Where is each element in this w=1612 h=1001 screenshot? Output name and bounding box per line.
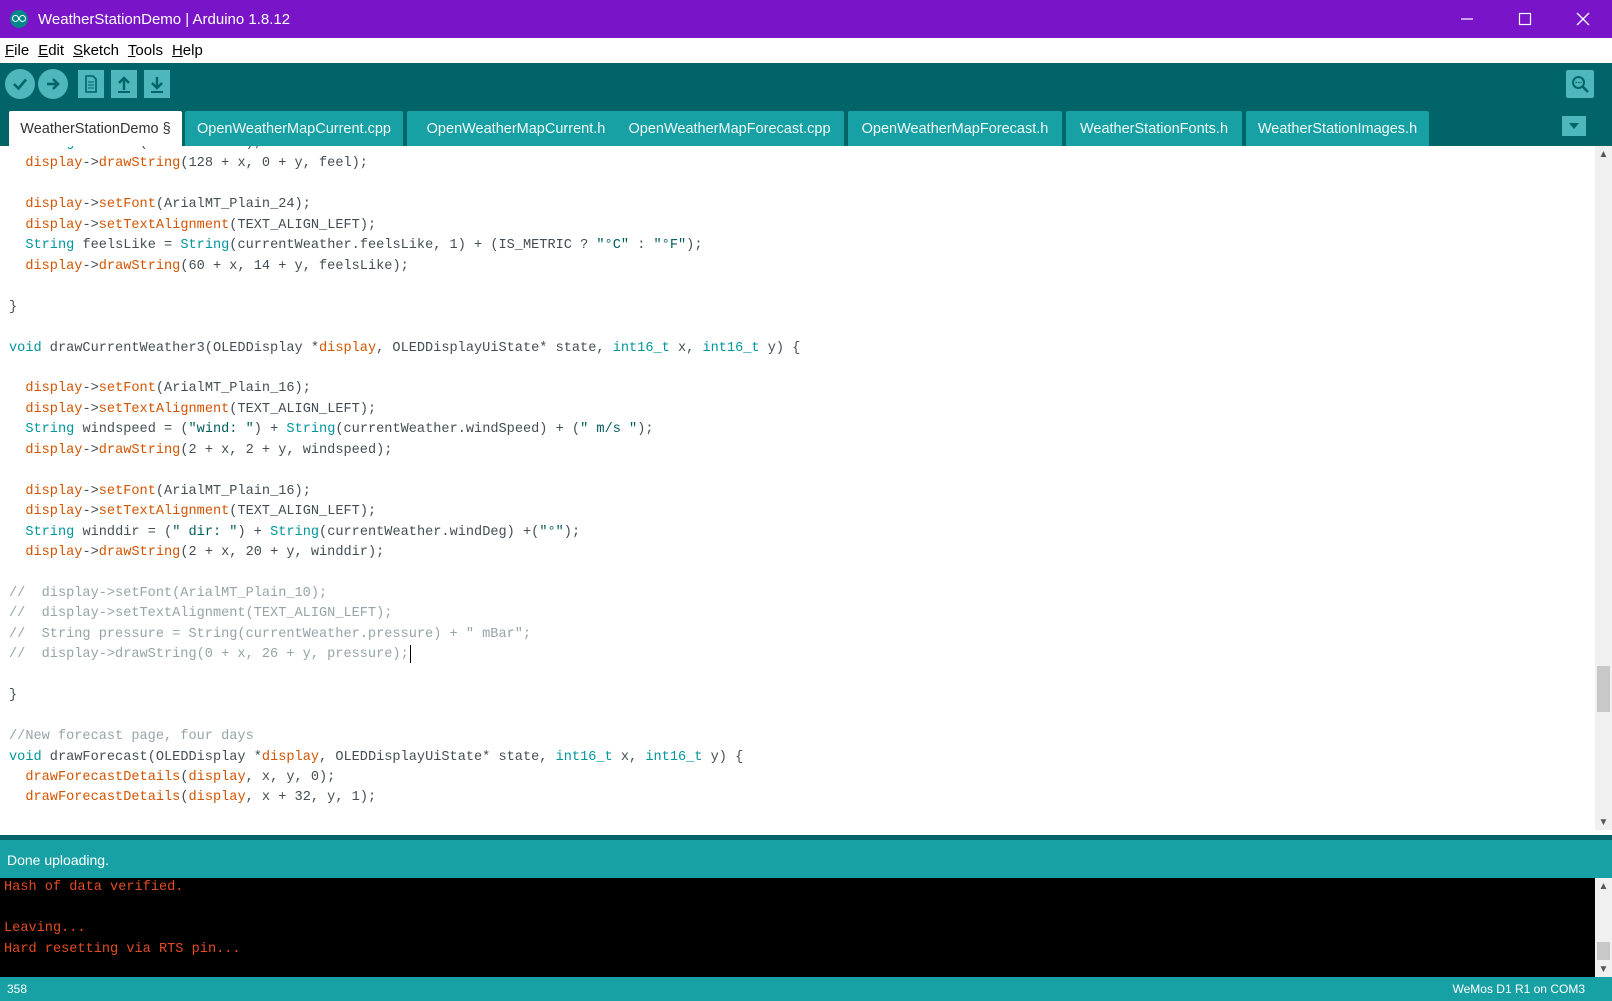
scroll-up-icon[interactable]: ▲ xyxy=(1595,146,1612,162)
code-line: String windspeed = ("wind: ") + String(c… xyxy=(25,422,654,438)
tab-menu-button[interactable] xyxy=(1562,116,1586,136)
window-title: WeatherStationDemo | Arduino 1.8.12 xyxy=(38,10,291,28)
code-line: drawForecastDetails(display, x + 32, y, … xyxy=(25,790,377,806)
maximize-icon xyxy=(1518,12,1532,26)
code-line: display->setTextAlignment(TEXT_ALIGN_LEF… xyxy=(25,504,377,520)
board-port-info: WeMos D1 R1 on COM3 xyxy=(1452,982,1586,996)
new-sketch-button[interactable] xyxy=(78,70,104,98)
save-icon xyxy=(151,77,163,93)
title-bar: WeatherStationDemo | Arduino 1.8.12 xyxy=(0,0,1612,38)
code-line: display->setTextAlignment(TEXT_ALIGN_LEF… xyxy=(25,217,377,233)
minimize-icon xyxy=(1461,18,1473,20)
save-button[interactable] xyxy=(144,70,170,98)
arduino-logo-icon xyxy=(10,10,28,28)
verify-button[interactable] xyxy=(5,69,35,99)
tab-openweathermapforecast-cpp[interactable]: OpenWeatherMapForecast.cpp xyxy=(615,111,844,146)
open-button[interactable] xyxy=(111,70,137,98)
serial-monitor-icon xyxy=(1572,76,1589,93)
code-line: display->setFont(ArialMT_Plain_16); xyxy=(25,483,311,499)
code-line: // display->setTextAlignment(TEXT_ALIGN_… xyxy=(9,606,393,622)
status-bar: Done uploading. xyxy=(0,835,1612,878)
code-line: display->setFont(ArialMT_Plain_16); xyxy=(25,381,311,397)
close-button[interactable] xyxy=(1554,0,1612,38)
console-line: Hash of data verified. xyxy=(4,880,184,895)
text-caret xyxy=(409,644,411,663)
line-number: 358 xyxy=(7,982,28,996)
minimize-button[interactable] xyxy=(1438,0,1496,38)
tab-openweathermapcurrent-h[interactable]: OpenWeatherMapCurrent.h xyxy=(407,111,625,146)
status-message: Done uploading. xyxy=(7,852,109,868)
code-line: void drawForecast(OLEDDisplay *display, … xyxy=(9,749,744,765)
serial-monitor-button[interactable] xyxy=(1566,70,1594,98)
code-line: display->drawString(2 + x, 20 + y, windd… xyxy=(25,545,385,560)
code-line: display->drawString(60 + x, 14 + y, feel… xyxy=(25,258,409,274)
tab-bar: WeatherStationDemo § OpenWeatherMapCurren… xyxy=(0,108,1612,146)
toolbar xyxy=(0,63,1612,108)
close-icon xyxy=(1576,12,1590,26)
chevron-down-icon xyxy=(1569,123,1579,129)
code-editor[interactable]: ▲ ▼ String feel = ("Feels like"); displa… xyxy=(0,146,1612,830)
menu-tools[interactable]: Tools xyxy=(123,42,167,59)
console-scroll-thumb[interactable] xyxy=(1597,942,1610,960)
footer-bar: 358 WeMos D1 R1 on COM3 xyxy=(0,977,1612,1001)
editor-scroll-thumb[interactable] xyxy=(1597,666,1610,712)
maximize-button[interactable] xyxy=(1496,0,1554,38)
code-line: drawForecastDetails(display, x, y, 0); xyxy=(25,769,336,785)
menu-file[interactable]: File xyxy=(0,42,33,59)
code-line: display->drawString(2 + x, 2 + y, windsp… xyxy=(25,442,393,458)
code-line: display->setFont(ArialMT_Plain_24); xyxy=(25,197,311,213)
menu-edit[interactable]: Edit xyxy=(33,42,68,59)
menu-bar: File Edit Sketch Tools Help xyxy=(0,38,1612,64)
code-line: } xyxy=(9,299,18,315)
editor-scrollbar[interactable]: ▲ ▼ xyxy=(1595,146,1612,830)
scroll-down-icon[interactable]: ▼ xyxy=(1595,961,1612,977)
upload-button[interactable] xyxy=(38,69,68,99)
tab-weatherstationfonts-h[interactable]: WeatherStationFonts.h xyxy=(1066,111,1242,146)
code-line: void drawCurrentWeather3(OLEDDisplay *di… xyxy=(9,340,801,356)
console-line: Leaving... xyxy=(4,921,86,936)
scroll-down-icon[interactable]: ▼ xyxy=(1595,814,1612,830)
code-line: } xyxy=(9,688,18,704)
scroll-up-icon[interactable]: ▲ xyxy=(1595,878,1612,894)
open-icon xyxy=(118,76,130,93)
console-line: Hard resetting via RTS pin... xyxy=(4,941,241,957)
tab-openweathermapcurrent-cpp[interactable]: OpenWeatherMapCurrent.cpp xyxy=(185,111,403,146)
code-line: String winddir = (" dir: ") + String(cur… xyxy=(25,524,581,540)
code-line: // display->drawString(0 + x, 26 + y, pr… xyxy=(9,644,411,665)
upload-icon xyxy=(47,78,60,90)
code-line: // display->setFont(ArialMT_Plain_10); xyxy=(9,585,328,601)
tab-weatherstationdemo[interactable]: WeatherStationDemo § xyxy=(9,111,182,146)
console-output[interactable]: ▲ ▼ Hash of data verified. Leaving... Hard… xyxy=(0,878,1612,977)
window-controls xyxy=(1438,0,1612,38)
menu-help[interactable]: Help xyxy=(167,42,207,59)
code-line: // String pressure = String(currentWeath… xyxy=(9,626,532,642)
code-line: String feelsLike = String(currentWeather… xyxy=(25,238,703,254)
code-line: display->drawString(128 + x, 0 + y, feel… xyxy=(25,156,368,172)
new-icon xyxy=(85,75,97,93)
verify-icon xyxy=(13,78,27,91)
code-line: //New forecast page, four days xyxy=(9,729,254,745)
code-line: display->setTextAlignment(TEXT_ALIGN_LEF… xyxy=(25,401,377,417)
tab-openweathermapforecast-h[interactable]: OpenWeatherMapForecast.h xyxy=(848,111,1062,146)
console-scrollbar[interactable]: ▲ ▼ xyxy=(1595,878,1612,977)
menu-sketch[interactable]: Sketch xyxy=(68,42,123,59)
tab-weatherstationimages-h[interactable]: WeatherStationImages.h xyxy=(1246,111,1429,146)
